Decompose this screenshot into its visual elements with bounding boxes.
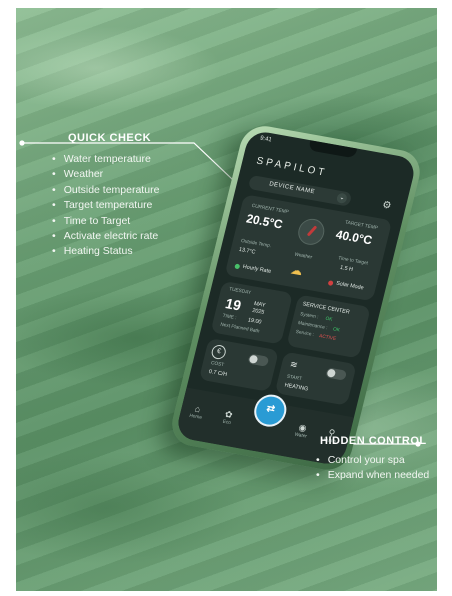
- start-label: START: [286, 374, 303, 383]
- hidden-control-title: HIDDEN CONTROL: [320, 435, 427, 447]
- target-temp-value: 40.0°C: [334, 227, 374, 248]
- year: 2025: [251, 307, 265, 316]
- quick-check-item: Activate electric rate: [52, 229, 159, 244]
- maintenance-status: OK: [332, 327, 341, 334]
- time-label: TIME :: [221, 313, 237, 322]
- cost-value: 0.7 C/H: [208, 368, 228, 379]
- quick-check-item: Outside temperature: [52, 183, 160, 198]
- service-label: Service :: [295, 329, 315, 339]
- time-value: 19:00: [247, 317, 262, 326]
- hourly-rate-indicator: [234, 263, 241, 270]
- service-status: ACTIVE: [318, 334, 337, 343]
- cost-card: € COST 0.7 C/H: [198, 337, 280, 392]
- day-name: TUESDAY: [228, 287, 252, 296]
- cost-label: COST: [210, 361, 225, 369]
- day-number: 19: [223, 295, 243, 314]
- system-label: System :: [299, 312, 319, 321]
- quick-check-annotation: QUICK CHECK Water temperature Weather Ou…: [52, 132, 160, 260]
- quick-check-item: Target temperature: [52, 198, 159, 213]
- heat-waves-icon: ≋: [288, 358, 299, 371]
- time-to-target-value: 1.5 H: [339, 264, 354, 274]
- nav-water-label: Water: [293, 432, 308, 440]
- cost-toggle[interactable]: [247, 353, 270, 367]
- heating-label: HEATING: [283, 382, 309, 393]
- quick-check-list: Water temperature Weather Outside temper…: [52, 152, 160, 260]
- current-temp-value: 20.5°C: [244, 211, 285, 232]
- next-bath-card[interactable]: TUESDAY 19 MAY 2025 TIME : 19:00 Next Pl…: [210, 280, 294, 345]
- partly-cloudy-icon: ☁: [289, 262, 305, 279]
- quick-check-item: Weather: [52, 167, 159, 182]
- solar-mode-label[interactable]: Solar Mode: [335, 281, 364, 292]
- euro-icon: €: [210, 343, 228, 361]
- service-center-card[interactable]: SERVICE CENTER System : OK Maintenance :…: [286, 294, 371, 359]
- hidden-control-list: Control your spa Expand when needed: [316, 453, 430, 484]
- quick-check-item: Time to Target: [52, 214, 159, 229]
- hidden-control-item: Control your spa: [316, 453, 429, 468]
- device-name: DEVICE NAME: [268, 181, 316, 196]
- hourly-rate-label[interactable]: Hourly Rate: [242, 264, 272, 275]
- hidden-control-item: Expand when needed: [316, 468, 430, 483]
- quick-check-title: QUICK CHECK: [68, 132, 152, 144]
- spa-control-icon: ⇄: [265, 402, 277, 416]
- status-time: 9:41: [259, 135, 273, 144]
- solar-mode-indicator: [327, 280, 334, 287]
- heating-card: ≋ START HEATING: [274, 351, 357, 406]
- thermometer-icon: [295, 216, 328, 247]
- nav-home-label: Home: [188, 413, 203, 421]
- phone-notch: [308, 140, 358, 159]
- heating-toggle[interactable]: [325, 367, 348, 381]
- settings-icon[interactable]: ⚙: [378, 198, 395, 214]
- quick-check-item: Heating Status: [52, 244, 159, 259]
- app-logo: SPAPILOT: [255, 155, 329, 179]
- system-status: OK: [324, 316, 333, 323]
- background-photo: 9:41 SPAPILOT DEVICE NAME ⌄ ⚙ CURRENT TE…: [16, 8, 437, 591]
- weather-label: Weather: [293, 252, 313, 261]
- nav-eco-label: Eco: [222, 419, 232, 427]
- spa-control-button[interactable]: ⇄: [250, 392, 290, 430]
- outside-temp-value: 13.7°C: [238, 246, 256, 256]
- quick-check-item: Water temperature: [52, 152, 159, 167]
- nav-home[interactable]: ⌂ Home: [183, 402, 210, 422]
- nav-eco[interactable]: ✿ Eco: [214, 407, 241, 427]
- chevron-down-icon: ⌄: [335, 192, 348, 205]
- hidden-control-annotation: HIDDEN CONTROL Control your spa Expand w…: [312, 435, 429, 484]
- maintenance-label: Maintenance :: [297, 321, 328, 332]
